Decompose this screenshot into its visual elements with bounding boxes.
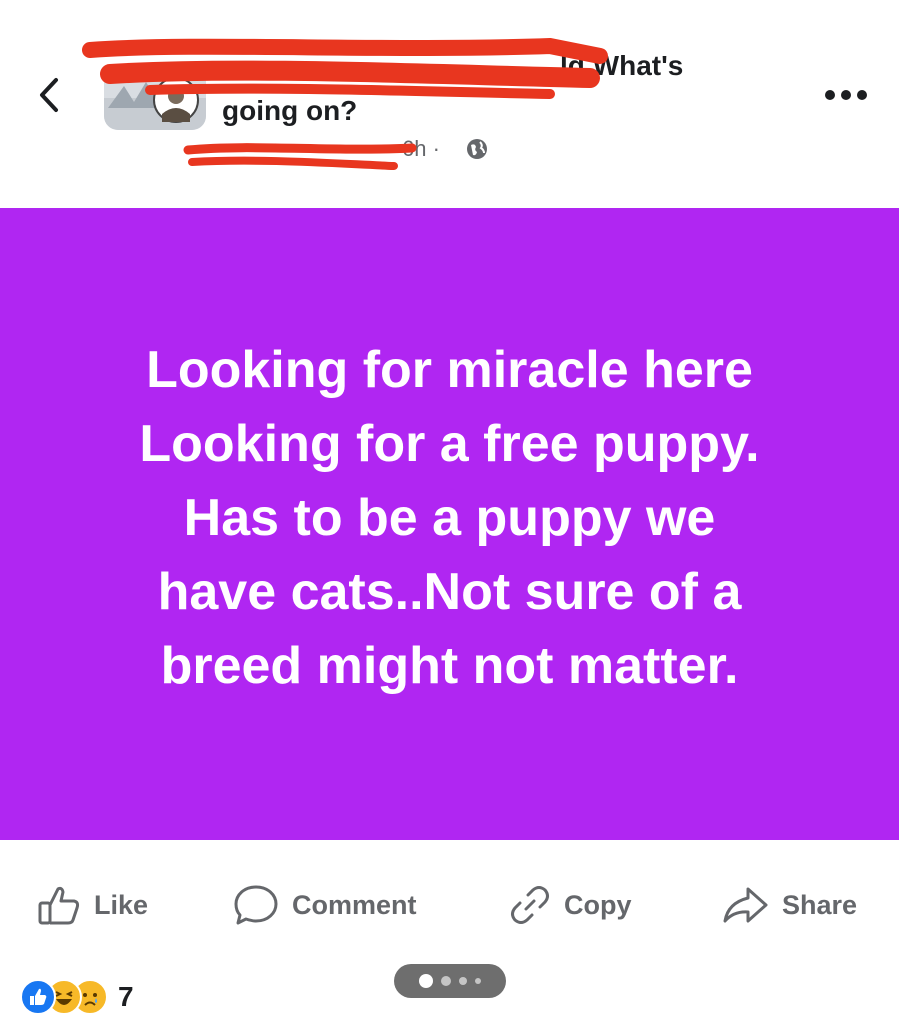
globe-icon (467, 139, 487, 159)
share-arrow-icon (723, 887, 768, 923)
action-bar: Like Comment Copy Share (0, 870, 899, 940)
page-dot-active (419, 974, 433, 988)
page-indicator[interactable] (394, 964, 506, 998)
share-button[interactable]: Share (720, 870, 857, 940)
chevron-left-icon (40, 78, 58, 112)
like-label: Like (94, 889, 149, 920)
post-header: ld What's going on? 6h · (0, 0, 899, 208)
post-body: Looking for miracle here Looking for a f… (0, 208, 899, 840)
share-label: Share (782, 889, 858, 920)
post-text-line: Looking for miracle here (146, 341, 753, 399)
page-dot (459, 977, 467, 985)
post-text-line: Looking for a free puppy. (139, 415, 760, 473)
thumbs-up-icon (38, 886, 80, 925)
comment-button[interactable]: Comment (232, 870, 417, 940)
back-button[interactable] (30, 70, 70, 120)
post-text-line: Has to be a puppy we (183, 489, 716, 547)
name-redaction (82, 38, 608, 99)
more-horizontal-icon (825, 90, 867, 100)
reaction-count: 7 (118, 981, 134, 1012)
author-redaction (183, 143, 417, 170)
page-dot (475, 978, 481, 984)
comment-label: Comment (292, 889, 417, 920)
page-dot (441, 976, 451, 986)
copy-label: Copy (564, 889, 632, 920)
more-options-button[interactable] (816, 80, 876, 110)
post-text-line: have cats..Not sure of a (157, 563, 742, 621)
copy-link-button[interactable]: Copy (508, 870, 632, 940)
like-button[interactable]: Like (36, 870, 148, 940)
reaction-summary[interactable]: 7 (20, 975, 134, 1019)
link-icon (511, 886, 549, 924)
post-text-line: breed might not matter. (160, 637, 739, 695)
like-reaction-icon (20, 979, 56, 1015)
comment-bubble-icon (234, 885, 278, 925)
